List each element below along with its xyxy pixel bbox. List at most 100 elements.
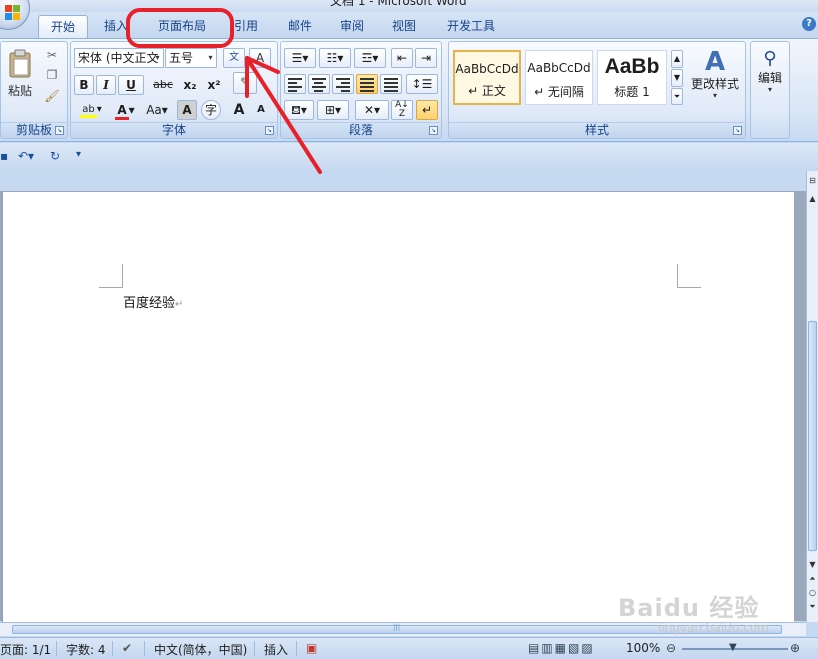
document-text[interactable]: 百度经验↵	[123, 292, 183, 311]
numbering-button[interactable]: ☷▾	[319, 48, 351, 68]
view-buttons[interactable]: ▤▥▦▧▨	[528, 641, 595, 655]
paragraph-launcher-icon[interactable]: ↘	[429, 126, 438, 135]
align-right-button[interactable]	[332, 74, 354, 94]
strikethrough-button[interactable]: abc	[148, 75, 178, 95]
help-icon[interactable]: ?	[802, 17, 816, 31]
italic-button[interactable]: I	[96, 75, 116, 95]
borders-button[interactable]: ⊞▾	[317, 100, 349, 120]
change-styles-button[interactable]: A 更改样式 ▾	[687, 46, 743, 110]
style-normal[interactable]: AaBbCcDd ↵ 正文	[453, 50, 521, 105]
gallery-more-icon[interactable]: ⏷	[671, 88, 683, 105]
redo-icon[interactable]: ↻	[50, 149, 60, 163]
chevron-down-icon: ▾	[208, 53, 213, 62]
clipboard-launcher-icon[interactable]: ↘	[55, 126, 64, 135]
bullets-icon: ☰	[291, 51, 303, 65]
increase-indent-icon[interactable]: ⇥	[415, 48, 437, 68]
borders-icon: ⊞	[324, 103, 336, 117]
char-border-button[interactable]: A	[249, 48, 271, 68]
paste-button[interactable]: 粘贴	[3, 46, 37, 108]
bold-button[interactable]: B	[74, 75, 94, 95]
insert-mode[interactable]: 插入	[264, 641, 288, 658]
window-title: 文档 1 - Microsoft Word	[330, 0, 467, 8]
group-paragraph: ☰▾ ☷▾ ☲▾ ⇤ ⇥ ↕☰ ⛾▾ ⊞▾ ✕▾ A↓ Z ↵ 段落 ↘	[280, 41, 442, 139]
tab-developer[interactable]: 开发工具	[440, 15, 502, 38]
tab-mailings[interactable]: 邮件	[280, 15, 320, 38]
decrease-indent-icon[interactable]: ⇤	[391, 48, 413, 68]
tab-references[interactable]: 引用	[226, 15, 266, 38]
align-left-button[interactable]	[284, 74, 306, 94]
gallery-up-icon[interactable]: ▲	[671, 50, 683, 68]
chinese-layout-button[interactable]: ✕▾	[355, 100, 389, 120]
char-shading-button[interactable]: A	[177, 100, 197, 120]
zoom-level[interactable]: 100%	[626, 641, 660, 655]
bullets-button[interactable]: ☰▾	[284, 48, 316, 68]
format-painter-icon[interactable]: 🖌	[41, 87, 63, 105]
proofing-icon[interactable]: ✔	[122, 641, 132, 655]
highlighter-icon: ab	[80, 104, 97, 118]
clear-format-icon[interactable]: ✎	[233, 72, 257, 94]
scroll-up-icon[interactable]: ▲	[807, 193, 818, 205]
highlight-button[interactable]: ab ▾	[74, 100, 108, 120]
tab-view[interactable]: 视图	[384, 15, 424, 38]
tab-insert[interactable]: 插入	[94, 15, 138, 38]
line-spacing-button[interactable]: ↕☰	[406, 74, 438, 94]
ruler-toggle-icon[interactable]: ⊟	[807, 175, 818, 187]
tab-review[interactable]: 审阅	[332, 15, 372, 38]
shading-button[interactable]: ⛾▾	[284, 100, 314, 120]
change-case-icon: Aa	[146, 103, 162, 117]
next-page-icon[interactable]: ⏷	[807, 601, 818, 613]
styles-group-label: 样式	[449, 122, 745, 138]
superscript-button[interactable]: x²	[203, 75, 225, 95]
watermark: Baidu 经验 jingyan.baidu.com	[618, 588, 769, 635]
line-spacing-icon: ↕☰	[411, 77, 433, 91]
zoom-out-icon[interactable]: ⊖	[666, 641, 676, 655]
font-launcher-icon[interactable]: ↘	[265, 126, 274, 135]
shrink-font-button[interactable]: A	[251, 100, 271, 120]
multilevel-list-button[interactable]: ☲▾	[354, 48, 386, 68]
show-marks-button[interactable]: ↵	[416, 100, 438, 120]
change-case-button[interactable]: Aa▾	[141, 100, 173, 120]
prev-page-icon[interactable]: ⏶	[807, 573, 818, 585]
styles-launcher-icon[interactable]: ↘	[733, 126, 742, 135]
page-count[interactable]: 页面: 1/1	[0, 641, 51, 658]
gallery-down-icon[interactable]: ▼	[671, 69, 683, 87]
style-heading-1[interactable]: AaBb 标题 1	[597, 50, 667, 105]
editing-button[interactable]: ⚲ 编辑 ▾	[753, 46, 787, 114]
zoom-slider-thumb[interactable]: ▼	[729, 642, 737, 653]
scissors-icon[interactable]: ✂	[41, 46, 63, 64]
vertical-scrollbar[interactable]: ⊟ ▲ ▼ ⏶ ○ ⏷	[806, 171, 818, 622]
phonetic-guide-button[interactable]: 文	[223, 48, 245, 68]
font-color-button[interactable]: A ▾	[111, 100, 139, 120]
tab-home[interactable]: 开始	[38, 15, 88, 38]
underline-button[interactable]: U	[118, 75, 144, 95]
scroll-down-icon[interactable]: ▼	[807, 559, 818, 571]
justify-button[interactable]	[356, 74, 378, 94]
save-icon[interactable]: ▪	[0, 149, 8, 163]
align-center-button[interactable]	[308, 74, 330, 94]
copy-icon[interactable]: ❐	[41, 66, 63, 84]
scroll-thumb[interactable]	[808, 321, 817, 551]
customize-qat-icon[interactable]: ▾	[76, 149, 81, 160]
language-indicator[interactable]: 中文(简体，中国)	[154, 641, 247, 658]
subscript-button[interactable]: x₂	[179, 75, 201, 95]
undo-icon[interactable]: ↶▾	[18, 149, 34, 163]
font-color-icon: A	[115, 103, 129, 120]
grow-font-button[interactable]: A	[229, 100, 249, 120]
document-page[interactable]: 百度经验↵	[2, 192, 794, 622]
browse-object-icon[interactable]: ○	[807, 587, 818, 599]
distributed-icon	[384, 76, 398, 94]
sort-button[interactable]: A↓ Z	[391, 100, 413, 120]
enclose-char-button[interactable]: 字	[201, 100, 221, 120]
chinese-layout-icon: ✕	[363, 103, 375, 117]
align-center-icon	[312, 76, 326, 94]
paragraph-mark: ↵	[175, 299, 184, 310]
style-no-spacing[interactable]: AaBbCcDd ↵ 无间隔	[525, 50, 593, 105]
word-count[interactable]: 字数: 4	[66, 641, 106, 658]
distributed-button[interactable]	[380, 74, 402, 94]
tab-page-layout[interactable]: 页面布局	[140, 15, 224, 38]
ribbon: 粘贴 ✂ ❐ 🖌 剪贴板 ↘ 宋体 (中文正文 ▾ 五号 ▾ 文 A B I U…	[0, 38, 818, 142]
macro-record-icon[interactable]: ▣	[306, 641, 317, 655]
font-name-combo[interactable]: 宋体 (中文正文 ▾	[74, 48, 164, 68]
zoom-in-icon[interactable]: ⊕	[790, 641, 800, 655]
font-size-combo[interactable]: 五号 ▾	[165, 48, 217, 68]
